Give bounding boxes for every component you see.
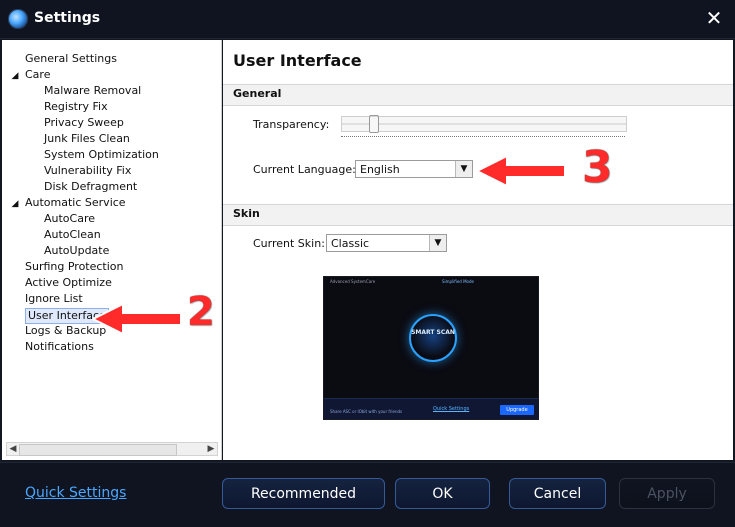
sidebar-item-general-settings[interactable]: General Settings [2,52,221,68]
current-skin-label: Current Skin: [253,237,325,250]
sidebar-item-autocare[interactable]: AutoCare [2,212,221,228]
preview-mode: Simplified Mode [442,279,474,284]
triangle-expander-icon[interactable]: ◢ [10,68,20,84]
slider-ticks [341,136,625,138]
sidebar-item-label: Malware Removal [44,84,142,97]
sidebar-item-label: Automatic Service [25,196,126,209]
preview-bottom-bar: Share ASC or IObit with your friends Qui… [324,398,538,419]
language-select-value: English [360,163,400,176]
sidebar-item-surfing-protection[interactable]: Surfing Protection [2,260,221,276]
language-select[interactable]: English ▼ [355,160,473,178]
preview-quick-settings: Quick Settings [433,406,470,412]
title-bar: Settings ✕ [0,0,735,39]
preview-smart-scan-button: SMART SCAN [409,314,457,362]
annotation-number-2: 2 [187,289,215,335]
settings-sidebar: General Settings ◢ Care Malware Removal Regi… [2,40,222,460]
transparency-label: Transparency: [253,118,330,131]
sidebar-item-label: Notifications [25,340,94,353]
skin-select[interactable]: Classic ▼ [326,234,447,252]
sidebar-item-autoclean[interactable]: AutoClean [2,228,221,244]
sidebar-item-junk-files-clean[interactable]: Junk Files Clean [2,132,221,148]
sidebar-item-label: Vulnerability Fix [44,164,132,177]
skin-section-header: Skin [223,204,733,226]
sidebar-item-label: Care [25,68,51,81]
general-section-header: General [223,84,733,106]
scrollbar-thumb[interactable] [19,444,177,456]
recommended-button[interactable]: Recommended [222,478,385,509]
transparency-slider[interactable] [341,115,627,133]
sidebar-item-vulnerability-fix[interactable]: Vulnerability Fix [2,164,221,180]
ok-button[interactable]: OK [395,478,490,509]
sidebar-horizontal-scrollbar[interactable]: ◀ ▶ [6,442,218,456]
current-language-label: Current Language: [253,163,356,176]
triangle-expander-icon[interactable]: ◢ [10,196,20,212]
sidebar-item-disk-defragment[interactable]: Disk Defragment [2,180,221,196]
scroll-right-icon[interactable]: ▶ [205,443,217,455]
skin-preview-image: Advanced SystemCare Simplified Mode SMAR… [323,276,539,420]
settings-content: User Interface General Transparency: Cur… [223,40,733,460]
sidebar-item-notifications[interactable]: Notifications [2,340,221,356]
annotation-arrow-3 [477,154,566,188]
sidebar-item-label: Junk Files Clean [44,132,130,145]
sidebar-item-label: AutoUpdate [44,244,110,257]
sidebar-item-registry-fix[interactable]: Registry Fix [2,100,221,116]
skin-select-value: Classic [331,237,370,250]
chevron-down-icon[interactable]: ▼ [429,235,446,251]
annotation-number-3: 3 [582,142,613,193]
page-title: User Interface [233,51,362,70]
sidebar-item-automatic-service[interactable]: ◢ Automatic Service [2,196,221,212]
app-logo-icon [8,9,28,29]
settings-window: Settings ✕ General Settings ◢ Care Malware … [0,0,735,527]
preview-share-text: Share ASC or IObit with your friends [330,409,403,414]
general-section-label: General [233,87,282,100]
quick-settings-link[interactable]: Quick Settings [25,485,126,501]
window-title: Settings [34,10,101,26]
preview-smart-scan-label: SMART SCAN [411,329,455,336]
sidebar-item-label: Privacy Sweep [44,116,124,129]
sidebar-item-malware-removal[interactable]: Malware Removal [2,84,221,100]
chevron-down-icon[interactable]: ▼ [455,161,472,177]
sidebar-item-label: AutoClean [44,228,101,241]
sidebar-item-label: System Optimization [44,148,159,161]
sidebar-item-label: Disk Defragment [44,180,138,193]
scroll-left-icon[interactable]: ◀ [7,443,19,455]
slider-thumb[interactable] [369,115,379,133]
slider-track [342,123,626,125]
sidebar-item-autoupdate[interactable]: AutoUpdate [2,244,221,260]
sidebar-item-label: Registry Fix [44,100,108,113]
apply-button[interactable]: Apply [619,478,715,509]
cancel-button[interactable]: Cancel [509,478,606,509]
sidebar-item-label: General Settings [25,52,117,65]
sidebar-item-privacy-sweep[interactable]: Privacy Sweep [2,116,221,132]
sidebar-item-care[interactable]: ◢ Care [2,68,221,84]
sidebar-item-label: Ignore List [25,292,83,305]
sidebar-item-label: AutoCare [44,212,96,225]
sidebar-item-label: Surfing Protection [25,260,124,273]
sidebar-item-label: Active Optimize [25,276,112,289]
sidebar-item-system-optimization[interactable]: System Optimization [2,148,221,164]
footer-bar: Quick Settings Recommended OK Cancel App… [0,462,735,527]
close-icon[interactable]: ✕ [703,7,725,29]
skin-section-label: Skin [233,207,260,220]
preview-title: Advanced SystemCare [330,279,376,284]
preview-upgrade-button: Upgrade [500,405,534,415]
